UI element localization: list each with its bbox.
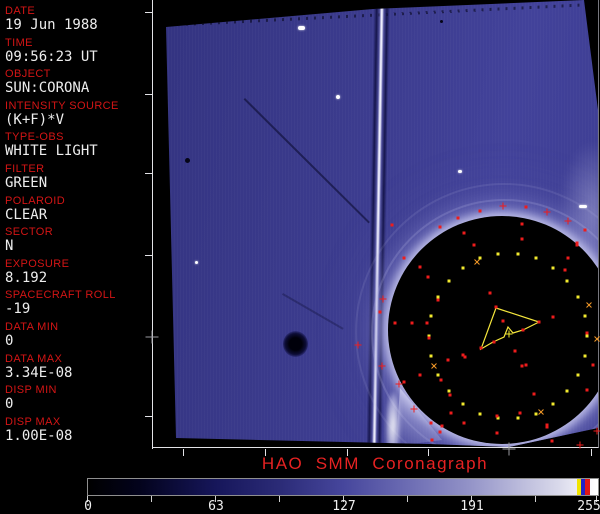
fiducial-plus-red <box>380 296 387 303</box>
fiducial-dot-yellow <box>497 253 500 256</box>
fiducial-dot-red <box>437 299 440 302</box>
fiducial-dot-yellow <box>479 413 482 416</box>
colorbar-tick <box>535 496 536 502</box>
colorbar-lut-stripe <box>585 479 590 495</box>
fiducial-dot-red <box>450 412 453 415</box>
fiducial-dot-red <box>441 425 444 428</box>
fiducial-dot-red <box>457 217 460 220</box>
fiducial-plus-red <box>379 363 386 370</box>
fiducial-dot-yellow <box>566 390 569 393</box>
fiducial-dot-red <box>584 229 587 232</box>
fiducial-dot-red <box>519 412 522 415</box>
fiducial-dot-yellow <box>586 335 589 338</box>
fiducial-plus-red <box>500 203 507 210</box>
fiducial-dot-yellow <box>577 296 580 299</box>
plot-title: HAO SMM Coronagraph <box>150 454 600 474</box>
fiducial-dot-red <box>430 422 433 425</box>
fiducial-dot-red <box>533 393 536 396</box>
fiducial-dot-red <box>496 415 499 418</box>
fiducial-dot-yellow <box>448 390 451 393</box>
fiducial-dot-red <box>403 257 406 260</box>
fiducial-dot-red <box>592 364 595 367</box>
fiducial-dot-red <box>551 440 554 443</box>
fiducial-dot-red <box>576 242 579 245</box>
fiducial-dot-yellow <box>517 417 520 420</box>
fiducial-dot-red <box>502 320 505 323</box>
fiducial-dot-red <box>463 422 466 425</box>
fiducial-dot-red <box>439 431 442 434</box>
fiducial-dot-red <box>379 311 382 314</box>
fiducial-dot-yellow <box>552 403 555 406</box>
roi-svg <box>0 0 600 460</box>
fiducial-dot-red <box>521 365 524 368</box>
fiducial-dot-yellow <box>552 267 555 270</box>
fiducial-dot-red <box>463 232 466 235</box>
fiducial-dot-yellow <box>430 315 433 318</box>
fiducial-dot-yellow <box>535 257 538 260</box>
fiducial-dot-red <box>394 322 397 325</box>
fiducial-dot-red <box>522 329 525 332</box>
fiducial-dot-red <box>419 374 422 377</box>
fiducial-dot-yellow <box>462 403 465 406</box>
fiducial-dot-red <box>449 394 452 397</box>
fiducial-dot-yellow <box>462 267 465 270</box>
viewer-stage: DATE19 Jun 1988TIME09:56:23 UTOBJECTSUN:… <box>0 0 600 512</box>
fiducial-dot-red <box>525 206 528 209</box>
fiducial-dot-red <box>427 276 430 279</box>
fiducial-dot-red <box>567 257 570 260</box>
fiducial-plus-red <box>594 428 600 435</box>
fiducial-plus-red <box>544 209 551 216</box>
fiducial-dot-red <box>493 341 496 344</box>
fiducial-dot-yellow <box>437 374 440 377</box>
fiducial-dot-red <box>473 244 476 247</box>
fiducial-dot-red <box>586 389 589 392</box>
fiducial-dot-red <box>464 356 467 359</box>
colorbar <box>87 478 599 496</box>
fiducial-dot-red <box>419 266 422 269</box>
fiducial-dot-red <box>439 226 442 229</box>
fiducial-dot-red <box>489 292 492 295</box>
fiducial-dot-red <box>431 439 434 442</box>
fiducial-dot-red <box>525 364 528 367</box>
fiducial-dot-red <box>480 347 483 350</box>
fiducial-dot-red <box>426 322 429 325</box>
fiducial-dot-red <box>564 269 567 272</box>
fiducial-plus-red <box>577 442 584 449</box>
fiducial-dot-yellow <box>584 355 587 358</box>
fiducial-dot-yellow <box>577 374 580 377</box>
fiducial-plus-yellow <box>506 331 513 338</box>
fiducial-dot-red <box>496 432 499 435</box>
fiducial-overlay <box>0 0 600 460</box>
fiducial-plus-red <box>411 406 418 413</box>
colorbar-tick <box>407 496 408 502</box>
fiducial-dot-red <box>552 316 555 319</box>
fiducial-plus-red <box>565 218 572 225</box>
fiducial-dot-red <box>495 306 498 309</box>
colorbar-tick <box>151 496 152 502</box>
fiducial-dot-red <box>411 322 414 325</box>
fiducial-dot-red <box>546 424 549 427</box>
fiducial-dot-yellow <box>566 280 569 283</box>
fiducial-dot-red <box>538 321 541 324</box>
fiducial-dot-red <box>391 224 394 227</box>
fiducial-dot-red <box>440 379 443 382</box>
fiducial-dot-red <box>521 223 524 226</box>
fiducial-plus-red <box>355 342 362 349</box>
fiducial-dot-red <box>428 337 431 340</box>
fiducial-dot-yellow <box>430 355 433 358</box>
fiducial-dot-yellow <box>584 315 587 318</box>
fiducial-dot-red <box>479 210 482 213</box>
fiducial-dot-red <box>514 350 517 353</box>
colorbar-tick <box>279 496 280 502</box>
fiducial-dot-yellow <box>448 280 451 283</box>
fiducial-dot-red <box>403 381 406 384</box>
fiducial-dot-red <box>521 238 524 241</box>
fiducial-dot-red <box>447 359 450 362</box>
roi-polygon <box>481 308 539 349</box>
fiducial-dot-yellow <box>517 253 520 256</box>
fiducial-plus-red <box>396 381 403 388</box>
fiducial-dot-red <box>586 332 589 335</box>
